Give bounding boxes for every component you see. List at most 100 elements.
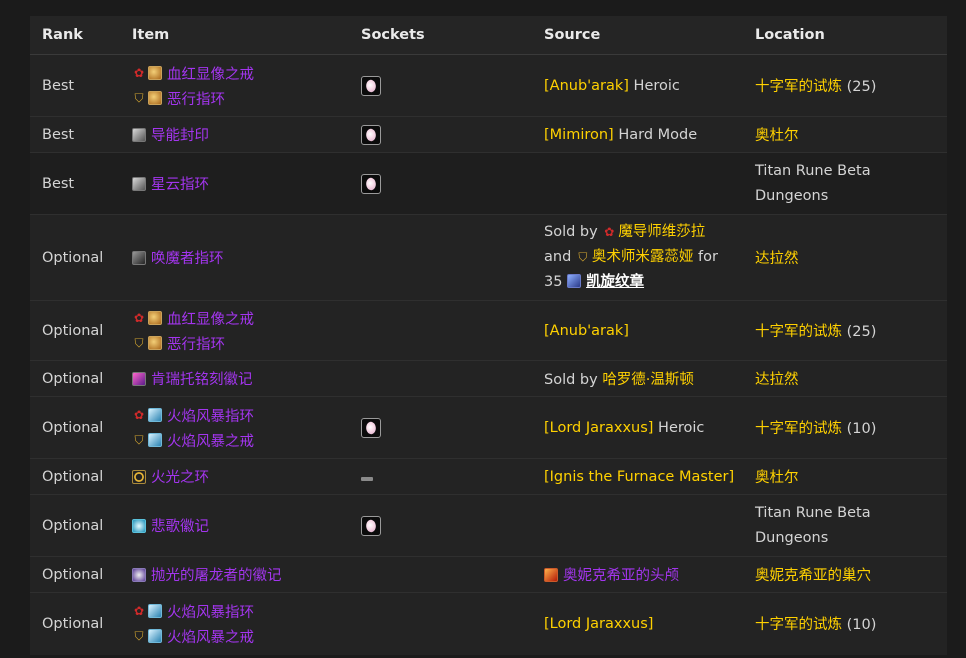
item-link[interactable]: 唤魔者指环	[151, 247, 224, 268]
boss-link[interactable]: [Ignis the Furnace Master]	[544, 469, 734, 485]
item-entry[interactable]: 唤魔者指环	[132, 245, 349, 270]
location-cell: 奥杜尔	[743, 116, 947, 153]
gem-socket-icon[interactable]	[361, 124, 381, 145]
item-entry[interactable]: ⛉ 恶行指环	[132, 86, 349, 111]
vendor-link[interactable]: 魔导师维莎拉	[618, 224, 705, 240]
item-link[interactable]: 火光之环	[151, 466, 209, 487]
boss-link[interactable]: [Mimiron]	[544, 127, 614, 143]
ring-item-icon[interactable]	[148, 66, 162, 80]
vendor-link[interactable]: 哈罗德·温斯顿	[602, 372, 694, 388]
boss-link[interactable]: [Anub'arak]	[544, 78, 629, 94]
header-location[interactable]: Location	[743, 16, 947, 55]
item-entry[interactable]: ⛉ 火焰风暴之戒	[132, 428, 349, 453]
item-entry[interactable]: ✿ 血红显像之戒	[132, 306, 349, 331]
item-entry[interactable]: 悲歌徽记	[132, 513, 349, 538]
ring-item-icon[interactable]	[148, 604, 162, 619]
item-link[interactable]: 抛光的屠龙者的徽记	[151, 564, 282, 585]
item-link[interactable]: 星云指环	[151, 173, 209, 194]
ring-item-icon[interactable]	[148, 91, 162, 105]
item-link[interactable]: 恶行指环	[167, 333, 225, 354]
source-cell: [Anub'arak]	[532, 300, 743, 361]
source-cell: 奥妮克希亚的头颅	[532, 556, 743, 593]
quest-item-link[interactable]: 奥妮克希亚的头颅	[563, 564, 679, 585]
zone-link[interactable]: 达拉然	[755, 372, 799, 388]
gem-socket-icon[interactable]	[361, 515, 381, 536]
item-entry[interactable]: 星云指环	[132, 171, 349, 196]
item-cell: ✿ 血红显像之戒 ⛉ 恶行指环	[120, 54, 349, 117]
item-cell: ✿ 火焰风暴指环 ⛉ 火焰风暴之戒	[120, 592, 349, 655]
zone-link[interactable]: 十字军的试炼	[755, 617, 842, 633]
item-link[interactable]: 恶行指环	[167, 88, 225, 109]
vendor-link[interactable]: 奥术师米露蕊娅	[592, 249, 694, 265]
source-cell: [Mimiron] Hard Mode	[532, 116, 743, 153]
ring-item-icon[interactable]	[132, 469, 146, 484]
zone-link[interactable]: 十字军的试炼	[755, 79, 842, 95]
location-cell: 十字军的试炼 (10)	[743, 592, 947, 655]
header-source[interactable]: Source	[532, 16, 743, 55]
item-entry[interactable]: ✿ 火焰风暴指环	[132, 599, 349, 624]
table-row: Optional 抛光的屠龙者的徽记 奥妮克希亚的头颅 奥妮克希亚的巢穴	[30, 556, 947, 593]
item-link[interactable]: 肯瑞托铭刻徽记	[151, 368, 253, 389]
table-row: Optional ✿ 血红显像之戒 ⛉ 恶行指环 [Anub'arak] 十字军…	[30, 300, 947, 361]
ring-item-icon[interactable]	[148, 433, 162, 447]
item-link[interactable]: 悲歌徽记	[151, 515, 209, 536]
ring-item-icon[interactable]	[148, 311, 162, 325]
zone-link[interactable]: 奥妮克希亚的巢穴	[755, 568, 871, 584]
source-suffix: Heroic	[653, 419, 705, 436]
source-suffix: Hard Mode	[613, 126, 698, 143]
item-entry[interactable]: 火光之环	[132, 464, 349, 489]
item-entry[interactable]: ⛉ 火焰风暴之戒	[132, 624, 349, 649]
ring-item-icon[interactable]	[148, 629, 162, 644]
ring-item-icon[interactable]	[132, 250, 146, 265]
gem-socket-icon[interactable]	[361, 75, 381, 96]
header-sockets[interactable]: Sockets	[349, 16, 532, 55]
location-cell: 奥杜尔	[743, 458, 947, 495]
horde-icon: ✿	[133, 408, 145, 422]
zone-link[interactable]: 十字军的试炼	[755, 324, 842, 340]
boss-link[interactable]: [Anub'arak]	[544, 323, 629, 339]
gem-socket-icon[interactable]	[361, 417, 381, 438]
socket-cell	[349, 54, 532, 117]
signet-item-icon[interactable]	[132, 518, 146, 533]
currency-link[interactable]: 凯旋纹章	[586, 274, 644, 290]
boss-link[interactable]: [Lord Jaraxxus]	[544, 616, 653, 632]
dragon-head-icon[interactable]	[544, 567, 558, 582]
item-entry[interactable]: 抛光的屠龙者的徽记	[132, 562, 349, 587]
zone-link[interactable]: 奥杜尔	[755, 128, 799, 144]
for-label: for	[698, 249, 718, 265]
item-cell: 星云指环	[120, 152, 349, 215]
item-entry[interactable]: ⛉ 恶行指环	[132, 331, 349, 356]
header-item[interactable]: Item	[120, 16, 349, 55]
item-cell: 抛光的屠龙者的徽记	[120, 556, 349, 593]
location-cell: 达拉然	[743, 360, 947, 397]
item-link[interactable]: 火焰风暴之戒	[167, 430, 254, 451]
emblem-icon[interactable]	[567, 274, 582, 288]
zone-link[interactable]: 达拉然	[755, 251, 799, 267]
item-entry[interactable]: ✿ 血红显像之戒	[132, 61, 349, 86]
signet-item-icon[interactable]	[132, 567, 146, 582]
ring-item-icon[interactable]	[148, 336, 162, 350]
ring-item-icon[interactable]	[132, 176, 146, 191]
item-entry[interactable]: 导能封印	[132, 122, 349, 147]
boss-link[interactable]: [Lord Jaraxxus]	[544, 420, 653, 436]
item-entry[interactable]: ✿ 火焰风暴指环	[132, 403, 349, 428]
item-link[interactable]: 血红显像之戒	[167, 63, 254, 84]
location-line: Titan Rune Beta	[755, 162, 871, 179]
gem-socket-icon[interactable]	[361, 173, 381, 194]
ring-item-icon[interactable]	[148, 408, 162, 422]
item-link[interactable]: 火焰风暴之戒	[167, 626, 254, 647]
table-row: Optional 唤魔者指环 Sold by ✿ 魔导师维莎拉 and ⛉ 奥术师米…	[30, 214, 947, 301]
zone-link[interactable]: 奥杜尔	[755, 470, 799, 486]
item-link[interactable]: 火焰风暴指环	[167, 405, 254, 426]
item-link[interactable]: 火焰风暴指环	[167, 601, 254, 622]
item-link[interactable]: 导能封印	[151, 124, 209, 145]
item-entry[interactable]: 肯瑞托铭刻徽记	[132, 366, 349, 391]
seal-item-icon[interactable]	[132, 127, 146, 142]
item-link[interactable]: 血红显像之戒	[167, 308, 254, 329]
location-cell: Titan Rune Beta Dungeons	[743, 152, 947, 215]
horde-icon: ✿	[604, 225, 615, 239]
zone-link[interactable]: 十字军的试炼	[755, 421, 842, 437]
source-cell: [Lord Jaraxxus]	[532, 592, 743, 655]
signet-item-icon[interactable]	[132, 371, 146, 386]
header-rank[interactable]: Rank	[30, 16, 120, 55]
